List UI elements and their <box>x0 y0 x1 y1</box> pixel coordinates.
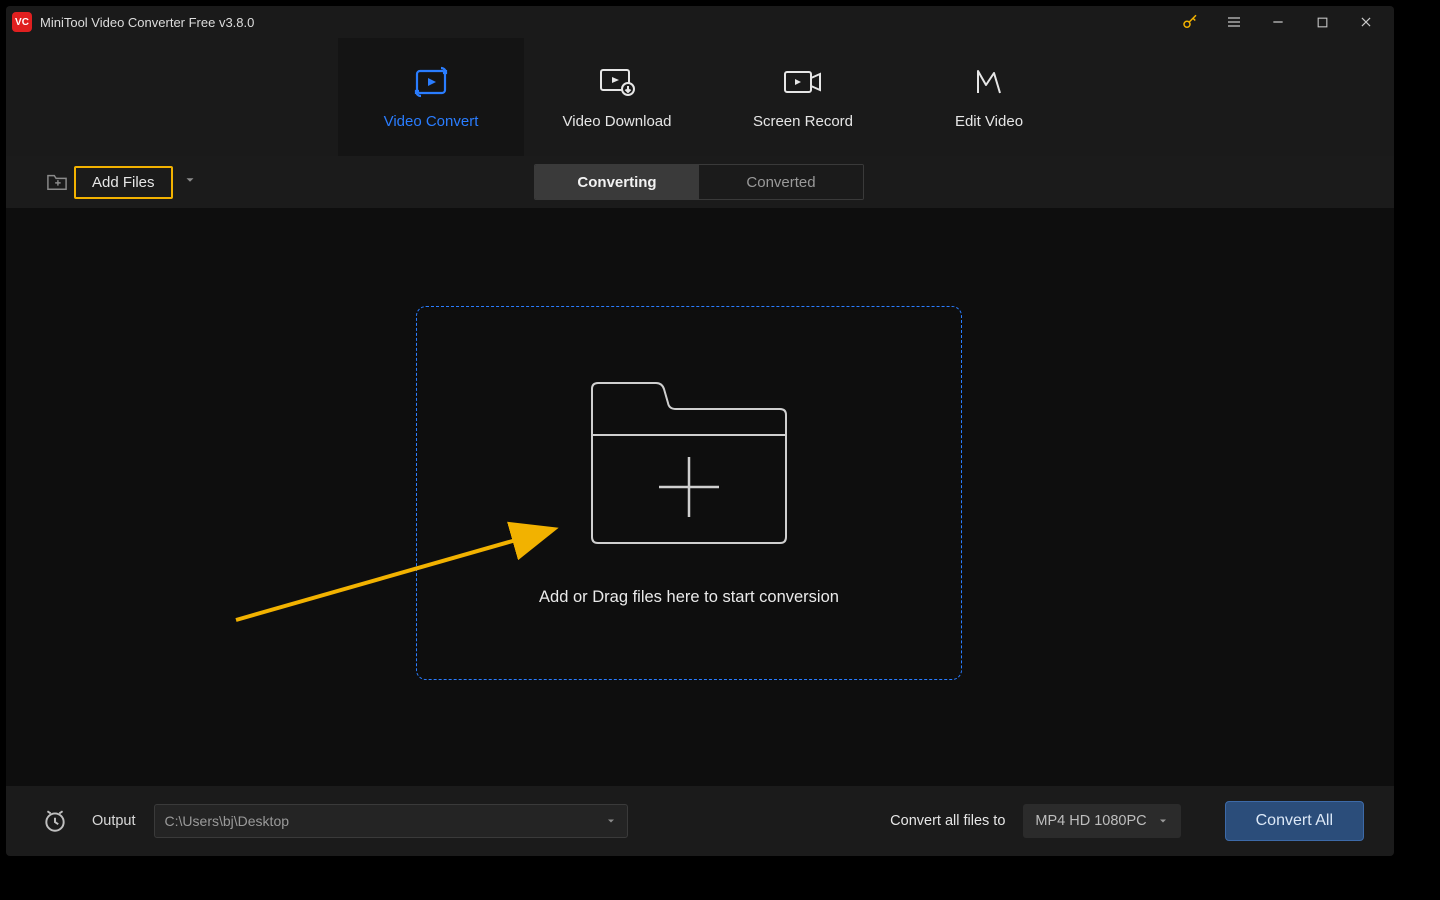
segment-label: Converted <box>746 174 815 191</box>
video-download-icon <box>597 65 637 99</box>
key-icon[interactable] <box>1168 6 1212 38</box>
video-convert-icon <box>411 65 451 99</box>
app-logo: VC <box>12 12 32 32</box>
segment-converting[interactable]: Converting <box>535 165 699 199</box>
tab-label: Edit Video <box>955 113 1023 130</box>
app-window: VC MiniTool Video Converter Free v3.8.0 <box>6 6 1394 856</box>
app-logo-text: VC <box>15 17 29 28</box>
dropzone-folder-icon <box>584 379 794 554</box>
bottom-bar: Output C:\Users\bj\Desktop Convert all f… <box>6 786 1394 856</box>
chevron-down-icon <box>1157 815 1169 827</box>
tab-screen-record[interactable]: Screen Record <box>710 38 896 156</box>
segment-converted[interactable]: Converted <box>699 165 863 199</box>
tab-edit-video[interactable]: Edit Video <box>896 38 1082 156</box>
top-nav: Video Convert Video Download <box>6 38 1394 156</box>
output-path-select[interactable]: C:\Users\bj\Desktop <box>154 804 628 838</box>
toolbar: Add Files Converting Converted <box>6 156 1394 208</box>
tab-video-convert[interactable]: Video Convert <box>338 38 524 156</box>
add-files-dropdown-icon[interactable] <box>183 173 197 192</box>
add-files-button[interactable]: Add Files <box>74 166 173 199</box>
tab-video-download[interactable]: Video Download <box>524 38 710 156</box>
add-folder-icon <box>46 172 68 192</box>
tab-label: Screen Record <box>753 113 853 130</box>
dropzone-text: Add or Drag files here to start conversi… <box>539 588 839 607</box>
tab-label: Video Download <box>563 113 672 130</box>
convert-all-files-label: Convert all files to <box>890 813 1005 829</box>
screen-record-icon <box>782 65 824 99</box>
app-title: MiniTool Video Converter Free v3.8.0 <box>40 15 254 30</box>
convert-all-button-label: Convert All <box>1256 812 1333 830</box>
output-path-value: C:\Users\bj\Desktop <box>165 813 289 829</box>
schedule-icon[interactable] <box>42 808 68 834</box>
minimize-button[interactable] <box>1256 6 1300 38</box>
edit-video-icon <box>972 65 1006 99</box>
dropzone[interactable]: Add or Drag files here to start conversi… <box>416 306 962 680</box>
output-format-value: MP4 HD 1080PC <box>1035 813 1146 829</box>
chevron-down-icon <box>605 815 617 827</box>
convert-all-button[interactable]: Convert All <box>1225 801 1364 841</box>
output-format-select[interactable]: MP4 HD 1080PC <box>1023 804 1180 838</box>
main-area: Add or Drag files here to start conversi… <box>6 208 1394 786</box>
segment-label: Converting <box>577 174 656 191</box>
add-files-label: Add Files <box>92 174 155 191</box>
maximize-button[interactable] <box>1300 6 1344 38</box>
close-button[interactable] <box>1344 6 1388 38</box>
status-segmented: Converting Converted <box>534 164 864 200</box>
titlebar: VC MiniTool Video Converter Free v3.8.0 <box>6 6 1394 38</box>
output-label: Output <box>92 813 136 829</box>
tab-label: Video Convert <box>384 113 479 130</box>
menu-icon[interactable] <box>1212 6 1256 38</box>
